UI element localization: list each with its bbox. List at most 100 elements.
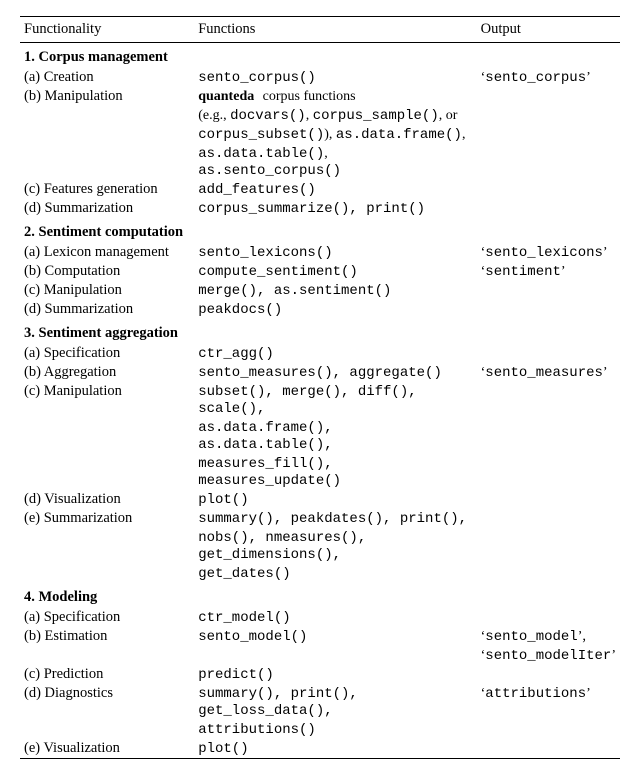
- functionality-cell: (d) Diagnostics: [20, 684, 194, 720]
- output-cell: [477, 665, 620, 684]
- functionality-cell: [20, 106, 194, 125]
- output-cell: [477, 454, 620, 490]
- functions-cell: peakdocs(): [194, 300, 476, 319]
- functionality-cell: (a) Creation: [20, 68, 194, 87]
- table-row: (b) Estimationsento_model()sento_model,: [20, 627, 620, 646]
- functions-table: Functionality Functions Output 1. Corpus…: [20, 16, 620, 759]
- functionality-cell: (b) Estimation: [20, 627, 194, 646]
- table-header-row: Functionality Functions Output: [20, 17, 620, 43]
- functionality-cell: [20, 125, 194, 144]
- table-row: nobs(), nmeasures(), get_dimensions(),: [20, 528, 620, 564]
- functionality-cell: (b) Computation: [20, 262, 194, 281]
- functionality-cell: [20, 720, 194, 739]
- functionality-cell: (c) Manipulation: [20, 382, 194, 418]
- functions-cell: plot(): [194, 490, 476, 509]
- table-row: (b) Computationcompute_sentiment()sentim…: [20, 262, 620, 281]
- functions-cell: (e.g., docvars(), corpus_sample(), or: [194, 106, 476, 125]
- functions-cell: summary(), peakdates(), print(),: [194, 509, 476, 528]
- section-title: 4. Modeling: [20, 583, 620, 608]
- functions-cell: nobs(), nmeasures(), get_dimensions(),: [194, 528, 476, 564]
- output-cell: sento_measures: [477, 363, 620, 382]
- output-cell: [477, 382, 620, 418]
- section-header: 3. Sentiment aggregation: [20, 319, 620, 344]
- output-cell: [477, 180, 620, 199]
- table-row: (d) Diagnosticssummary(), print(), get_l…: [20, 684, 620, 720]
- output-cell: [477, 144, 620, 180]
- table-row: attributions(): [20, 720, 620, 739]
- output-cell: [477, 608, 620, 627]
- functions-cell: [194, 646, 476, 665]
- functionality-cell: (e) Summarization: [20, 509, 194, 528]
- functionality-cell: (d) Summarization: [20, 199, 194, 218]
- functions-cell: merge(), as.sentiment(): [194, 281, 476, 300]
- output-cell: [477, 87, 620, 106]
- functions-cell: predict(): [194, 665, 476, 684]
- functions-cell: sento_corpus(): [194, 68, 476, 87]
- table-row: measures_fill(), measures_update(): [20, 454, 620, 490]
- header-functionality: Functionality: [20, 17, 194, 43]
- table-row: (d) Visualizationplot(): [20, 490, 620, 509]
- functions-cell: measures_fill(), measures_update(): [194, 454, 476, 490]
- table-row: get_dates(): [20, 564, 620, 583]
- functions-cell: as.data.frame(), as.data.table(),: [194, 418, 476, 454]
- table-row: (c) Predictionpredict(): [20, 665, 620, 684]
- section-title: 2. Sentiment computation: [20, 218, 620, 243]
- table-row: (d) Summarizationcorpus_summarize(), pri…: [20, 199, 620, 218]
- functionality-cell: (b) Manipulation: [20, 87, 194, 106]
- output-cell: sento_modelIter: [477, 646, 620, 665]
- table-row: as.data.table(), as.sento_corpus(): [20, 144, 620, 180]
- output-cell: attributions: [477, 684, 620, 720]
- functionality-cell: (d) Visualization: [20, 490, 194, 509]
- functions-cell: attributions(): [194, 720, 476, 739]
- functionality-cell: (c) Prediction: [20, 665, 194, 684]
- output-cell: [477, 125, 620, 144]
- functionality-cell: (a) Specification: [20, 608, 194, 627]
- output-cell: sentiment: [477, 262, 620, 281]
- output-cell: [477, 281, 620, 300]
- functions-cell: as.data.table(), as.sento_corpus(): [194, 144, 476, 180]
- table-row: (e) Visualizationplot(): [20, 739, 620, 759]
- output-cell: [477, 528, 620, 564]
- functionality-cell: [20, 144, 194, 180]
- header-output: Output: [477, 17, 620, 43]
- functions-cell: add_features(): [194, 180, 476, 199]
- functions-cell: subset(), merge(), diff(), scale(),: [194, 382, 476, 418]
- table-row: (e) Summarizationsummary(), peakdates(),…: [20, 509, 620, 528]
- section-title: 3. Sentiment aggregation: [20, 319, 620, 344]
- section-header: 2. Sentiment computation: [20, 218, 620, 243]
- output-cell: [477, 199, 620, 218]
- header-functions: Functions: [194, 17, 476, 43]
- output-cell: sento_corpus: [477, 68, 620, 87]
- functions-cell: corpus_summarize(), print(): [194, 199, 476, 218]
- functionality-cell: (d) Summarization: [20, 300, 194, 319]
- table-row: corpus_subset()), as.data.frame(),: [20, 125, 620, 144]
- output-cell: [477, 344, 620, 363]
- table-row: (a) Specificationctr_model(): [20, 608, 620, 627]
- table-row: (c) Manipulationmerge(), as.sentiment(): [20, 281, 620, 300]
- section-header: 4. Modeling: [20, 583, 620, 608]
- output-cell: [477, 300, 620, 319]
- functions-cell: ctr_model(): [194, 608, 476, 627]
- functionality-cell: [20, 564, 194, 583]
- functions-cell: ctr_agg(): [194, 344, 476, 363]
- section-title: 1. Corpus management: [20, 43, 620, 69]
- functions-cell: sento_model(): [194, 627, 476, 646]
- functionality-cell: (c) Features generation: [20, 180, 194, 199]
- functionality-cell: [20, 528, 194, 564]
- functionality-cell: (a) Lexicon management: [20, 243, 194, 262]
- output-cell: [477, 739, 620, 759]
- table-row: (c) Manipulationsubset(), merge(), diff(…: [20, 382, 620, 418]
- table-row: sento_modelIter: [20, 646, 620, 665]
- functions-cell: compute_sentiment(): [194, 262, 476, 281]
- functionality-cell: (b) Aggregation: [20, 363, 194, 382]
- functions-cell: corpus_subset()), as.data.frame(),: [194, 125, 476, 144]
- table-row: (e.g., docvars(), corpus_sample(), or: [20, 106, 620, 125]
- table-row: (d) Summarizationpeakdocs(): [20, 300, 620, 319]
- output-cell: [477, 564, 620, 583]
- table-row: (a) Specificationctr_agg(): [20, 344, 620, 363]
- output-cell: sento_lexicons: [477, 243, 620, 262]
- functions-cell: sento_measures(), aggregate(): [194, 363, 476, 382]
- functionality-cell: (e) Visualization: [20, 739, 194, 759]
- functions-cell: sento_lexicons(): [194, 243, 476, 262]
- table-row: as.data.frame(), as.data.table(),: [20, 418, 620, 454]
